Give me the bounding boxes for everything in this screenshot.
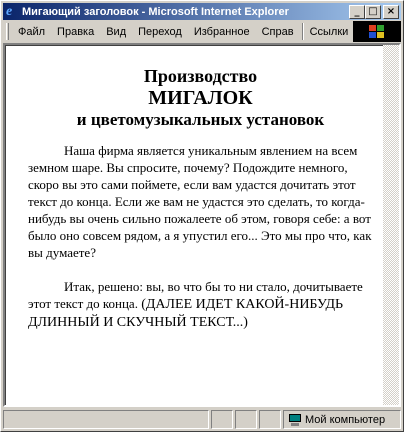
menu-bar: Файл Правка Вид Переход Избранное Справ … — [3, 21, 401, 42]
heading-line-2-blinking: МИГАЛОК — [148, 87, 253, 109]
maximize-button[interactable]: □ — [365, 4, 381, 19]
toolbar-grip[interactable] — [6, 23, 9, 40]
minimize-button[interactable]: _ — [349, 4, 365, 19]
menu-file[interactable]: Файл — [12, 26, 51, 38]
menu-favorites[interactable]: Избранное — [188, 26, 256, 38]
ie-icon: e — [6, 3, 13, 19]
security-zone-panel: Мой компьютер — [283, 410, 401, 429]
title-bar[interactable]: e Мигающий заголовок - Microsoft Interne… — [3, 3, 401, 20]
ie-window: e Мигающий заголовок - Microsoft Interne… — [0, 0, 404, 432]
paragraph-2: Итак, решено: вы, во что бы то ни стало,… — [28, 278, 373, 331]
heading-line-1: Производство — [143, 66, 258, 86]
window-controls: _ □ × — [349, 4, 399, 19]
menu-go[interactable]: Переход — [132, 26, 188, 38]
menu-help[interactable]: Справ — [256, 26, 300, 38]
close-button[interactable]: × — [383, 4, 399, 19]
computer-icon — [288, 413, 302, 426]
menu-view[interactable]: Вид — [100, 26, 132, 38]
menu-edit[interactable]: Правка — [51, 26, 100, 38]
window-title: Мигающий заголовок - Microsoft Internet … — [22, 5, 289, 18]
status-panel-progress — [211, 410, 233, 429]
windows-logo-icon — [368, 24, 386, 39]
page-body: Производство МИГАЛОК и цветомузыкальных … — [6, 46, 383, 331]
content-frame: Производство МИГАЛОК и цветомузыкальных … — [3, 43, 401, 407]
security-zone-label: Мой компьютер — [305, 413, 386, 426]
throbber — [353, 21, 401, 42]
heading-line-3: и цветомузыкальных установок — [76, 110, 325, 129]
paragraph-1: Наша фирма является уникальным явлением … — [28, 143, 372, 260]
page-content[interactable]: Производство МИГАЛОК и цветомузыкальных … — [5, 45, 383, 405]
status-panel-offline — [259, 410, 281, 429]
links-toolbar[interactable]: Ссылки — [306, 26, 353, 38]
status-panel-secure — [235, 410, 257, 429]
status-text-panel — [3, 410, 209, 429]
menu-separator — [301, 23, 304, 40]
status-bar: Мой компьютер — [3, 410, 401, 429]
vertical-scrollbar[interactable] — [383, 45, 399, 405]
